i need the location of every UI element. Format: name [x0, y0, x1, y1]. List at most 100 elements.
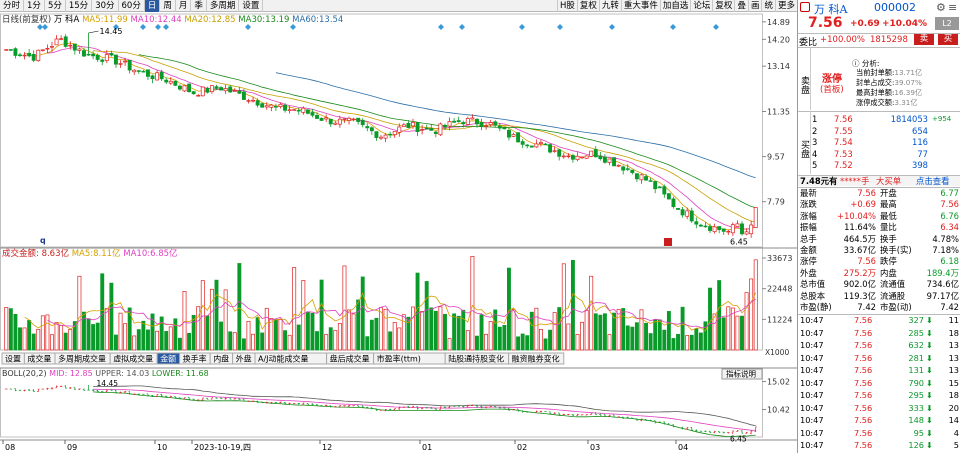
bid-level-row[interactable]: 4 7.53 77: [812, 149, 960, 159]
bid-level-row[interactable]: 1 7.56 1814053 +954: [812, 114, 960, 124]
stock-chart[interactable]: 14.89 14.20 13.14 11.35 9.57 7.79 14.45 6.45 q 日线…: [0, 12, 797, 453]
x-axis-label: 01: [422, 443, 432, 452]
indicator-tab-label: 内盘: [213, 354, 229, 364]
volume-bar: [548, 329, 553, 351]
period-tab-6[interactable]: 日: [144, 0, 161, 12]
view-link[interactable]: 点击查看: [916, 176, 950, 186]
tool-button-9[interactable]: 统: [761, 0, 775, 12]
volume-bar: [141, 320, 146, 351]
period-tab-0[interactable]: 分时: [0, 0, 25, 12]
analysis-item: 最高封单额:16.39亿: [856, 88, 923, 97]
period-tab-1[interactable]: 1分: [24, 0, 45, 12]
down-arrow-icon: ⬇: [926, 415, 933, 425]
tool-button-2[interactable]: 九转: [598, 0, 621, 12]
sell-side-label: 卖盘: [798, 48, 811, 110]
tool-button-3[interactable]: 重大事件: [620, 0, 660, 12]
candle-body: [200, 86, 205, 97]
candle-body: [45, 47, 50, 50]
x-axis-label: 08: [5, 443, 15, 452]
candle-body: [155, 72, 160, 81]
stats-table: 最新 7.56 开盘 6.77 涨跌 +0.69 最高 7.56 涨幅 +10.04% 最低 6.76…: [798, 188, 960, 314]
period-tab-5[interactable]: 60分: [119, 0, 145, 12]
bid-level-row[interactable]: 2 7.55 654: [812, 126, 960, 136]
period-tab-10[interactable]: 多周期: [207, 0, 240, 12]
bid-level-row[interactable]: 5 7.52 398: [812, 160, 960, 170]
candle-body: [315, 115, 319, 119]
period-tab-11[interactable]: 设置: [239, 0, 264, 12]
volume-bar: [27, 320, 32, 351]
bid-level-row[interactable]: 3 7.54 116: [812, 137, 960, 147]
volume-bar: [502, 324, 507, 351]
candle-body: [388, 133, 393, 136]
down-arrow-icon: ⬇: [926, 390, 933, 400]
volume-bar: [461, 309, 466, 351]
buy-button[interactable]: 买: [938, 34, 958, 45]
volume-bar: [525, 335, 530, 351]
candle-body: [520, 141, 525, 145]
tick-row: 10:47 7.56 285 ⬇ 18: [800, 327, 959, 338]
candle-body: [237, 90, 242, 94]
volume-bar: [433, 310, 438, 351]
candle-body: [607, 158, 612, 163]
candle-body: [50, 46, 54, 48]
tool-button-5[interactable]: 论坛: [690, 0, 712, 12]
volume-bar: [676, 333, 680, 351]
volume-bar: [570, 260, 575, 351]
period-tab-7[interactable]: 周: [160, 0, 176, 12]
candle-body: [698, 224, 703, 227]
candle-body: [260, 103, 265, 108]
candle-body: [507, 129, 511, 138]
candle-body: [40, 49, 45, 51]
volume-bar: [118, 312, 123, 351]
volume-bar: [680, 306, 685, 351]
period-tab-4[interactable]: 30分: [92, 0, 119, 12]
candle-body: [712, 226, 717, 233]
candle-body: [502, 127, 507, 130]
tool-button-8[interactable]: 画: [747, 0, 762, 12]
candle-body: [356, 117, 361, 122]
candle-body: [63, 36, 68, 47]
stat-row: 涨跌 +0.69 最高 7.56: [800, 199, 959, 210]
candle-body: [602, 156, 607, 163]
high-mark-label: 14.45: [100, 27, 123, 36]
analysis-item: 封单占成交:39.07%: [856, 78, 922, 87]
volume-bar: [666, 311, 671, 351]
tool-button-4[interactable]: 加自选: [659, 0, 691, 12]
candle-body: [246, 100, 251, 102]
tool-button-6[interactable]: 复权: [712, 0, 734, 12]
sell-button[interactable]: 卖: [914, 34, 934, 45]
menu-icon[interactable]: ≡: [948, 1, 957, 14]
x-axis-label: 02: [517, 443, 527, 452]
candle-body: [456, 120, 461, 122]
period-tab-8[interactable]: 月: [176, 0, 192, 12]
volume-bar: [602, 313, 607, 351]
volume-bar: [278, 318, 283, 351]
volume-bar: [735, 315, 740, 351]
tick-row: 10:47 7.56 281 ⬇ 13: [800, 352, 959, 363]
candle-body: [703, 225, 708, 228]
gear-icon[interactable]: ⚙: [936, 1, 946, 14]
level2-badge[interactable]: L2: [935, 17, 959, 30]
indicator-tab-label: 融资融券变化: [512, 354, 560, 364]
volume-bar: [13, 313, 18, 351]
period-tab-9[interactable]: 季: [191, 0, 207, 12]
tool-button-7[interactable]: 叠: [734, 0, 748, 12]
tool-button-10[interactable]: 更多: [774, 0, 797, 12]
volume-bar: [621, 308, 626, 351]
big-order-row[interactable]: 7.48元有 *****手 大买单 点击查看: [798, 176, 960, 187]
tool-button-0[interactable]: H股: [556, 0, 577, 12]
alert-icon[interactable]: [800, 2, 810, 12]
candle-body: [4, 49, 9, 51]
volume-bar: [319, 279, 324, 351]
volume-bar: [82, 311, 86, 351]
volume-bar: [607, 334, 612, 351]
tool-button-1[interactable]: 复权: [576, 0, 599, 12]
volume-bar: [4, 307, 9, 351]
boll-y-tick: 10.42: [767, 406, 790, 415]
volume-bar: [447, 338, 452, 351]
candle-body: [538, 142, 543, 144]
tick-row: 10:47 7.56 131 ⬇ 13: [800, 365, 959, 375]
period-tab-2[interactable]: 5分: [45, 0, 66, 12]
period-tab-3[interactable]: 15分: [66, 0, 93, 12]
candle-body: [484, 125, 489, 127]
